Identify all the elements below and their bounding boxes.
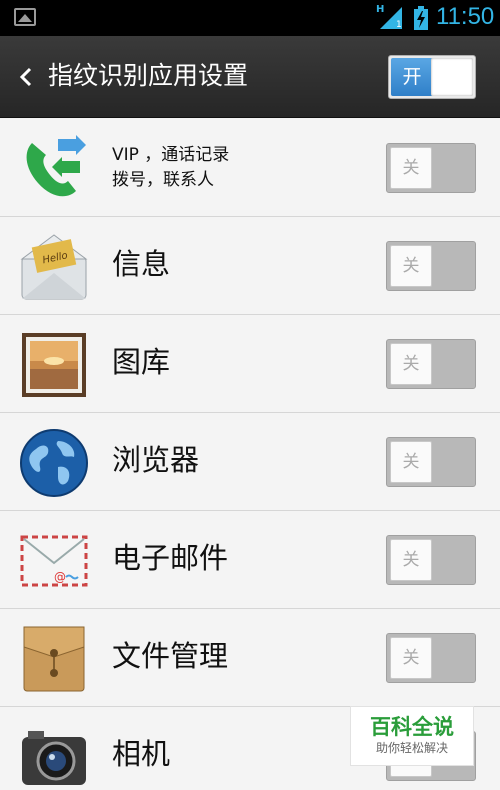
master-fingerprint-toggle[interactable]: 开 [388,55,476,99]
phone-label-line2: 拨号，联系人 [112,170,214,190]
app-list: VIP ，通话记录 拨号，联系人 关 Hello 信息 关 图库 关 浏览器 关… [0,119,500,790]
toggle-off-label: 关 [390,441,432,483]
svg-text:@: @ [54,570,66,584]
watermark-title: 百科全说 [370,715,454,739]
toggle-off-label: 关 [390,147,432,189]
phone-toggle[interactable]: 关 [386,143,476,193]
phone-label: VIP ，通话记录 拨号，联系人 [112,143,362,193]
image-notification-icon [14,8,36,26]
list-item-gallery: 图库 关 [0,315,500,413]
email-toggle[interactable]: 关 [386,535,476,585]
sim-slot: 1 [396,20,402,30]
browser-label: 浏览器 [112,443,200,477]
action-bar: 指纹识别应用设置 开 [0,36,500,118]
browser-toggle[interactable]: 关 [386,437,476,487]
gallery-toggle[interactable]: 关 [386,339,476,389]
list-item-messages: Hello 信息 关 [0,217,500,315]
browser-globe-icon [18,427,90,499]
list-item-email: @ 电子邮件 关 [0,511,500,609]
watermark-subtitle: 助你轻松解决 [375,741,448,755]
phone-label-line1: VIP ，通话记录 [112,145,230,165]
file-folder-icon [18,623,90,695]
status-bar: H 1 11:50 [0,0,500,36]
toggle-off-label: 关 [390,343,432,385]
page-title: 指纹识别应用设置 [48,61,249,90]
battery-charging-icon [414,6,428,30]
back-arrow-icon [19,67,32,87]
toggle-off-label: 关 [390,245,432,287]
files-label: 文件管理 [112,639,229,673]
camera-icon [18,721,90,790]
toggle-knob [431,58,473,96]
messages-toggle[interactable]: 关 [386,241,476,291]
toggle-off-label: 关 [390,637,432,679]
back-button[interactable] [16,60,36,94]
gallery-photo-icon [18,329,90,401]
gallery-label: 图库 [112,345,171,379]
clock: 11:50 [436,3,495,30]
email-label: 电子邮件 [112,541,229,575]
messages-envelope-icon: Hello [18,231,90,303]
toggle-off-label: 关 [390,539,432,581]
phone-calls-icon [18,133,90,205]
toggle-on-label: 开 [391,58,433,96]
messages-label: 信息 [112,247,171,281]
watermark-logo: 百科全说 助你轻松解决 [350,706,474,766]
list-item-browser: 浏览器 关 [0,413,500,511]
list-item-phone: VIP ，通话记录 拨号，联系人 关 [0,119,500,217]
files-toggle[interactable]: 关 [386,633,476,683]
email-envelope-icon: @ [18,525,90,597]
camera-label: 相机 [112,737,171,771]
list-item-files: 文件管理 关 [0,609,500,707]
